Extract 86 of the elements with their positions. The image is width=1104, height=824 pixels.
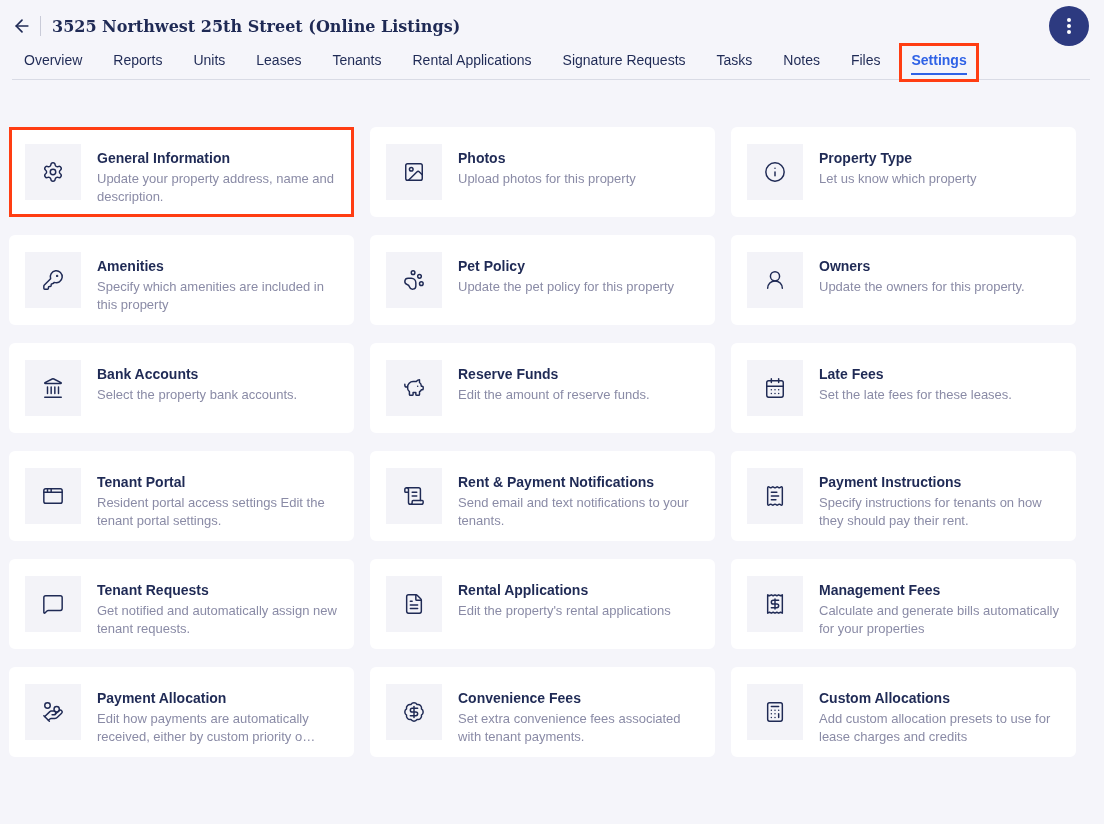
card-title: Bank Accounts [97, 366, 200, 382]
receipt-icon [764, 593, 786, 615]
settings-card[interactable]: Payment Instructions Specify instructions for tenants on how they should pay their rent. [731, 451, 1076, 541]
settings-card[interactable]: Convenience Fees Set extra convenience fees associated with tenant payments. [370, 667, 715, 757]
card-title: Reserve Funds [458, 366, 560, 382]
card-description: Update your property address, name and description. [97, 170, 336, 206]
settings-card[interactable]: Management Fees Calculate and generate bills automatically for your properties [731, 559, 1076, 649]
tab[interactable]: Tenants [320, 42, 394, 82]
card-title: Owners [819, 258, 872, 274]
card-description: Upload photos for this property [458, 170, 636, 188]
settings-card[interactable]: Late Fees Set the late fees for these leases. [731, 343, 1076, 433]
card-description: Calculate and generate bills automatically for your properties [819, 602, 1060, 638]
card-title: Photos [458, 150, 507, 166]
settings-card[interactable]: Bank Accounts Select the property bank accounts. [9, 343, 354, 433]
card-title: Payment Allocation [97, 690, 228, 706]
tab[interactable]: Reports [101, 42, 175, 82]
card-description: Select the property bank accounts. [97, 386, 298, 404]
settings-card[interactable]: Amenities Specify which amenities are included in this property [9, 235, 354, 325]
card-title: Property Type [819, 150, 914, 166]
card-description: Update the pet policy for this property [458, 278, 675, 296]
key-icon [42, 269, 64, 291]
more-icon [1067, 18, 1071, 34]
settings-card[interactable]: Tenant Portal Resident portal access settings Edit the tenant portal settings. [9, 451, 354, 541]
card-title: Amenities [97, 258, 165, 274]
settings-card[interactable]: Property Type Let us know which property [731, 127, 1076, 217]
piggy-bank-icon [403, 377, 425, 399]
settings-card[interactable]: Owners Update the owners for this property. [731, 235, 1076, 325]
tab[interactable]: Settings [899, 42, 979, 82]
tab[interactable]: Notes [771, 42, 832, 82]
card-title: Tenant Portal [97, 474, 187, 490]
page-title: 3525 Northwest 25th Street (Online Listings) [52, 16, 462, 36]
gear-icon [42, 161, 64, 183]
tab[interactable]: Units [181, 42, 238, 82]
settings-card[interactable]: General Information Update your property address, name and description. [9, 127, 354, 217]
settings-card[interactable]: Tenant Requests Get notified and automatically assign new tenant requests. [9, 559, 354, 649]
settings-card[interactable]: Rent & Payment Notifications Send email and text notifications to your tenants. [370, 451, 715, 541]
tab[interactable]: Files [838, 42, 893, 82]
chat-icon [42, 593, 64, 615]
settings-card[interactable]: Rental Applications Edit the property's rental applications [370, 559, 715, 649]
settings-card[interactable]: Pet Policy Update the pet policy for this property [370, 235, 715, 325]
calendar-icon [764, 377, 786, 399]
card-description: Specify which amenities are included in this property [97, 278, 325, 314]
tab[interactable]: Leases [244, 42, 314, 82]
card-description: Specify instructions for tenants on how they should pay their rent. [819, 494, 1043, 530]
card-description: Let us know which property [819, 170, 977, 188]
card-description: Resident portal access settings Edit the tenant portal settings. [97, 494, 326, 530]
card-title: Management Fees [819, 582, 942, 598]
tab[interactable]: Signature Requests [550, 42, 698, 82]
receipt-icon [764, 485, 786, 507]
card-description: Edit how payments are automatically received, either by custom priority o… [97, 710, 317, 746]
tab[interactable]: Rental Applications [400, 42, 544, 82]
more-button[interactable] [1049, 6, 1089, 46]
settings-card[interactable]: Reserve Funds Edit the amount of reserve funds. [370, 343, 715, 433]
card-title: Rental Applications [458, 582, 590, 598]
scroll-icon [403, 485, 425, 507]
card-title: Rent & Payment Notifications [458, 474, 656, 490]
dollar-badge-icon [403, 701, 425, 723]
image-icon [403, 161, 425, 183]
tab[interactable]: Overview [12, 42, 95, 82]
card-title: Custom Allocations [819, 690, 951, 706]
card-description: Add custom allocation presets to use for lease charges and credits [819, 710, 1052, 746]
card-description: Set extra convenience fees associated with tenant payments. [458, 710, 682, 746]
card-title: Late Fees [819, 366, 885, 382]
paw-icon [403, 269, 425, 291]
settings-card[interactable]: Payment Allocation Edit how payments are automatically received, either by custom priority o… [9, 667, 354, 757]
card-description: Edit the amount of reserve funds. [458, 386, 650, 404]
card-description: Get notified and automatically assign new tenant requests. [97, 602, 338, 638]
settings-card[interactable]: Photos Upload photos for this property [370, 127, 715, 217]
document-icon [403, 593, 425, 615]
user-icon [764, 269, 786, 291]
card-title: Pet Policy [458, 258, 526, 274]
card-description: Send email and text notifications to your tenants. [458, 494, 690, 530]
calculator-icon [764, 701, 786, 723]
coins-icon [42, 701, 64, 723]
tab[interactable]: Tasks [704, 42, 765, 82]
card-description: Set the late fees for these leases. [819, 386, 1012, 404]
card-title: Payment Instructions [819, 474, 963, 490]
bank-icon [42, 377, 64, 399]
window-icon [42, 485, 64, 507]
card-title: Convenience Fees [458, 690, 582, 706]
card-title: General Information [97, 150, 232, 166]
info-icon [764, 161, 786, 183]
card-description: Edit the property's rental applications [458, 602, 671, 620]
card-title: Tenant Requests [97, 582, 210, 598]
settings-card[interactable]: Custom Allocations Add custom allocation presets to use for lease charges and credits [731, 667, 1076, 757]
card-description: Update the owners for this property. [819, 278, 1025, 296]
